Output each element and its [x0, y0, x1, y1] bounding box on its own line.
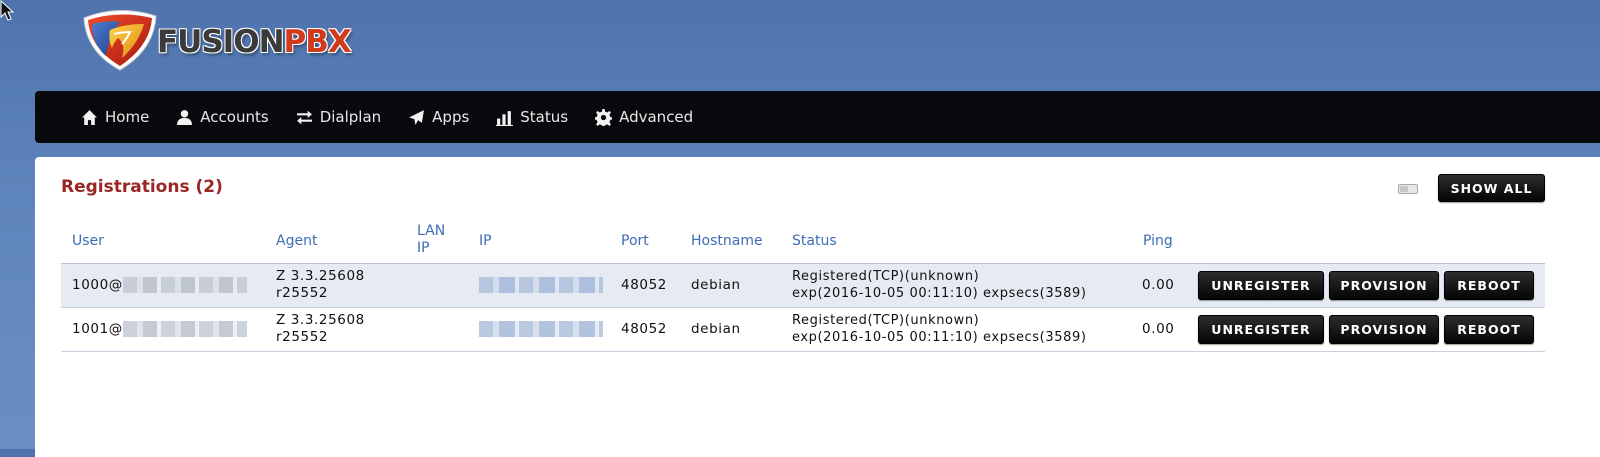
nav-item-home[interactable]: Home — [81, 108, 149, 126]
reboot-button[interactable]: REBOOT — [1444, 315, 1534, 344]
column-header-ip[interactable]: IP — [479, 233, 492, 250]
reboot-button[interactable]: REBOOT — [1444, 271, 1534, 300]
redacted-ip — [479, 321, 603, 337]
column-header-port[interactable]: Port — [621, 233, 649, 250]
agent-build: r25552 — [276, 285, 329, 301]
hostname-cell: debian — [691, 321, 741, 337]
column-header-hostname[interactable]: Hostname — [691, 233, 763, 250]
agent-cell: Z 3.3.25608 r25552 — [276, 312, 365, 346]
home-icon — [82, 109, 97, 125]
column-header-lan-ip[interactable]: LAN IP — [417, 223, 445, 257]
nav-item-status-label: Status — [520, 108, 569, 126]
user-cell: 1001@ — [72, 321, 247, 337]
show-all-button[interactable]: SHOW ALL — [1438, 174, 1545, 202]
agent-build: r25552 — [276, 329, 329, 345]
refresh-toggle[interactable] — [1398, 184, 1418, 194]
ping-cell: 0.00 — [1142, 321, 1175, 337]
column-header-ping[interactable]: Ping — [1143, 233, 1173, 250]
ip-cell[interactable] — [479, 321, 603, 337]
ip-cell[interactable] — [479, 277, 603, 293]
user-extension: 1000@ — [72, 277, 123, 293]
nav-item-apps-label: Apps — [432, 108, 470, 126]
provision-button[interactable]: PROVISION — [1329, 315, 1439, 344]
column-header-lan-ip-line2: IP — [417, 240, 430, 256]
nav-item-status[interactable]: Status — [496, 108, 568, 126]
nav-item-dialplan-label: Dialplan — [319, 108, 382, 126]
status-cell: Registered(TCP)(unknown) exp(2016-10-05 … — [792, 268, 1087, 302]
redacted-ip — [479, 277, 603, 293]
unregister-button[interactable]: UNREGISTER — [1198, 271, 1324, 300]
nav-item-accounts-label: Accounts — [200, 108, 269, 126]
agent-version: Z 3.3.25608 — [276, 268, 365, 284]
mouse-cursor-icon — [0, 0, 15, 21]
main-nav-bar: Home Accounts Dialplan Apps Status Advan… — [35, 91, 1600, 143]
brand-name: FUSIONPBX — [157, 24, 352, 60]
registration-status: Registered(TCP)(unknown) — [792, 269, 980, 284]
registration-expiry: exp(2016-10-05 00:11:10) expsecs(3589) — [792, 286, 1087, 301]
port-cell: 48052 — [621, 277, 667, 293]
table-row[interactable]: 1001@ Z 3.3.25608 r25552 48052 debian Re… — [61, 308, 1545, 352]
brand-name-fusion: FUSION — [157, 24, 285, 60]
redacted-domain — [122, 277, 247, 293]
column-header-lan-ip-line1: LAN — [417, 223, 446, 239]
table-header: User Agent LAN IP IP Port Hostname Statu… — [61, 219, 1545, 264]
agent-cell: Z 3.3.25608 r25552 — [276, 268, 365, 302]
send-icon — [409, 109, 425, 125]
page-title: Registrations (2) — [61, 177, 223, 197]
nav-item-advanced[interactable]: Advanced — [595, 108, 693, 126]
table-row[interactable]: 1000@ Z 3.3.25608 r25552 48052 debian Re… — [61, 264, 1545, 308]
provision-button[interactable]: PROVISION — [1329, 271, 1439, 300]
registration-status: Registered(TCP)(unknown) — [792, 313, 980, 328]
status-cell: Registered(TCP)(unknown) exp(2016-10-05 … — [792, 312, 1087, 346]
nav-item-advanced-label: Advanced — [619, 108, 694, 126]
nav-item-accounts[interactable]: Accounts — [176, 108, 269, 126]
user-cell: 1000@ — [72, 277, 247, 293]
bar-chart-icon — [496, 110, 514, 126]
registration-expiry: exp(2016-10-05 00:11:10) expsecs(3589) — [792, 330, 1087, 345]
fusionpbx-logo-mark-icon — [83, 9, 157, 71]
ping-cell: 0.00 — [1142, 277, 1175, 293]
column-header-user[interactable]: User — [72, 233, 104, 250]
gear-icon — [595, 108, 613, 126]
registrations-table: User Agent LAN IP IP Port Hostname Statu… — [61, 219, 1545, 352]
nav-item-apps[interactable]: Apps — [408, 108, 469, 126]
port-cell: 48052 — [621, 321, 667, 337]
fusionpbx-logo[interactable]: FUSIONPBX — [78, 8, 352, 72]
agent-version: Z 3.3.25608 — [276, 312, 365, 328]
registrations-panel: Registrations (2) SHOW ALL User Agent LA… — [35, 157, 1600, 457]
hostname-cell: debian — [691, 277, 741, 293]
column-header-status[interactable]: Status — [792, 233, 837, 250]
nav-item-home-label: Home — [105, 108, 150, 126]
nav-item-dialplan[interactable]: Dialplan — [296, 108, 381, 126]
column-header-agent[interactable]: Agent — [276, 233, 317, 250]
unregister-button[interactable]: UNREGISTER — [1198, 315, 1324, 344]
transfer-icon — [296, 110, 312, 124]
user-extension: 1001@ — [72, 321, 123, 337]
brand-name-pbx: PBX — [283, 24, 352, 60]
user-icon — [177, 109, 193, 125]
redacted-domain — [122, 321, 247, 337]
